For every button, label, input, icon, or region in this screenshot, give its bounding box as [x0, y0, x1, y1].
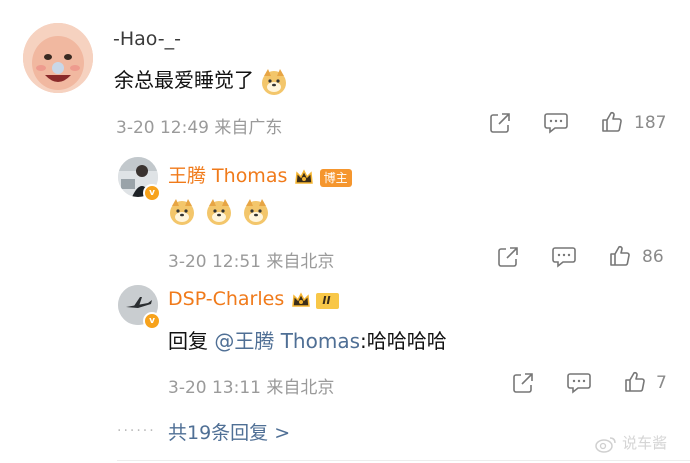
reply1-comment-button[interactable] — [551, 245, 577, 269]
bottom-divider — [117, 460, 690, 461]
watermark-text: 说车酱 — [622, 434, 668, 452]
reply1-emojis — [168, 198, 270, 226]
doge-emoji — [242, 198, 270, 226]
reply2-suffix: :哈哈哈哈 — [360, 329, 447, 353]
share-icon — [498, 247, 518, 267]
commenter-name[interactable]: -Hao-_- — [113, 28, 181, 50]
more-dots: ······ — [117, 423, 156, 439]
reply2-text: 回复 @王腾 Thomas:哈哈哈哈 — [168, 325, 447, 354]
commenter-avatar[interactable] — [23, 23, 93, 93]
reply2-author-line: DSP-Charles II — [168, 288, 339, 310]
level-badge: II — [316, 292, 339, 309]
vip-crown-icon — [295, 168, 314, 184]
reply2-share-button[interactable] — [511, 371, 535, 395]
reply1-meta: 3-20 12:51 来自北京 — [168, 252, 335, 272]
vip-crown-icon — [292, 291, 311, 307]
watermark: 说车酱 — [595, 432, 667, 453]
like-icon — [602, 111, 622, 132]
reply1-name[interactable]: 王腾 Thomas — [168, 165, 287, 187]
mention-link[interactable]: @王腾 Thomas — [214, 329, 360, 353]
comment-text: 余总最爱睡觉了 — [114, 64, 288, 96]
share-icon — [513, 373, 533, 393]
doge-emoji — [168, 198, 196, 226]
like-icon — [610, 245, 630, 266]
verified-badge-icon: v — [143, 184, 161, 202]
reply2-meta: 3-20 13:11 来自北京 — [168, 378, 335, 398]
more-replies-link[interactable]: 共19条回复 > — [168, 418, 290, 445]
reply2-name[interactable]: DSP-Charles — [168, 288, 284, 310]
like-button[interactable] — [600, 110, 624, 136]
reply2-like-count: 7 — [656, 373, 667, 393]
share-icon — [490, 113, 510, 133]
like-count: 187 — [634, 113, 667, 133]
comment-button[interactable] — [543, 111, 569, 135]
verified-badge-icon: v — [143, 312, 161, 330]
comment-icon — [552, 247, 576, 268]
share-button[interactable] — [488, 111, 512, 135]
reply2-comment-button[interactable] — [566, 371, 592, 395]
comment-icon — [544, 113, 568, 134]
blogger-badge: 博主 — [319, 168, 352, 187]
doge-emoji — [260, 68, 288, 96]
comment-meta: 3-20 12:49 来自广东 — [116, 118, 283, 138]
comment-text-content: 余总最爱睡觉了 — [114, 68, 254, 92]
reply2-prefix: 回复 — [168, 329, 208, 353]
reply1-share-button[interactable] — [496, 245, 520, 269]
weibo-logo-icon — [595, 436, 616, 453]
reply1-like-button[interactable] — [608, 244, 632, 272]
reply2-like-button[interactable] — [623, 370, 647, 398]
comment-icon — [567, 373, 591, 394]
reply1-author-line: 王腾 Thomas 博主 — [168, 161, 352, 188]
reply1-like-count: 86 — [642, 247, 664, 267]
like-icon — [625, 371, 645, 392]
doge-emoji — [205, 198, 233, 226]
